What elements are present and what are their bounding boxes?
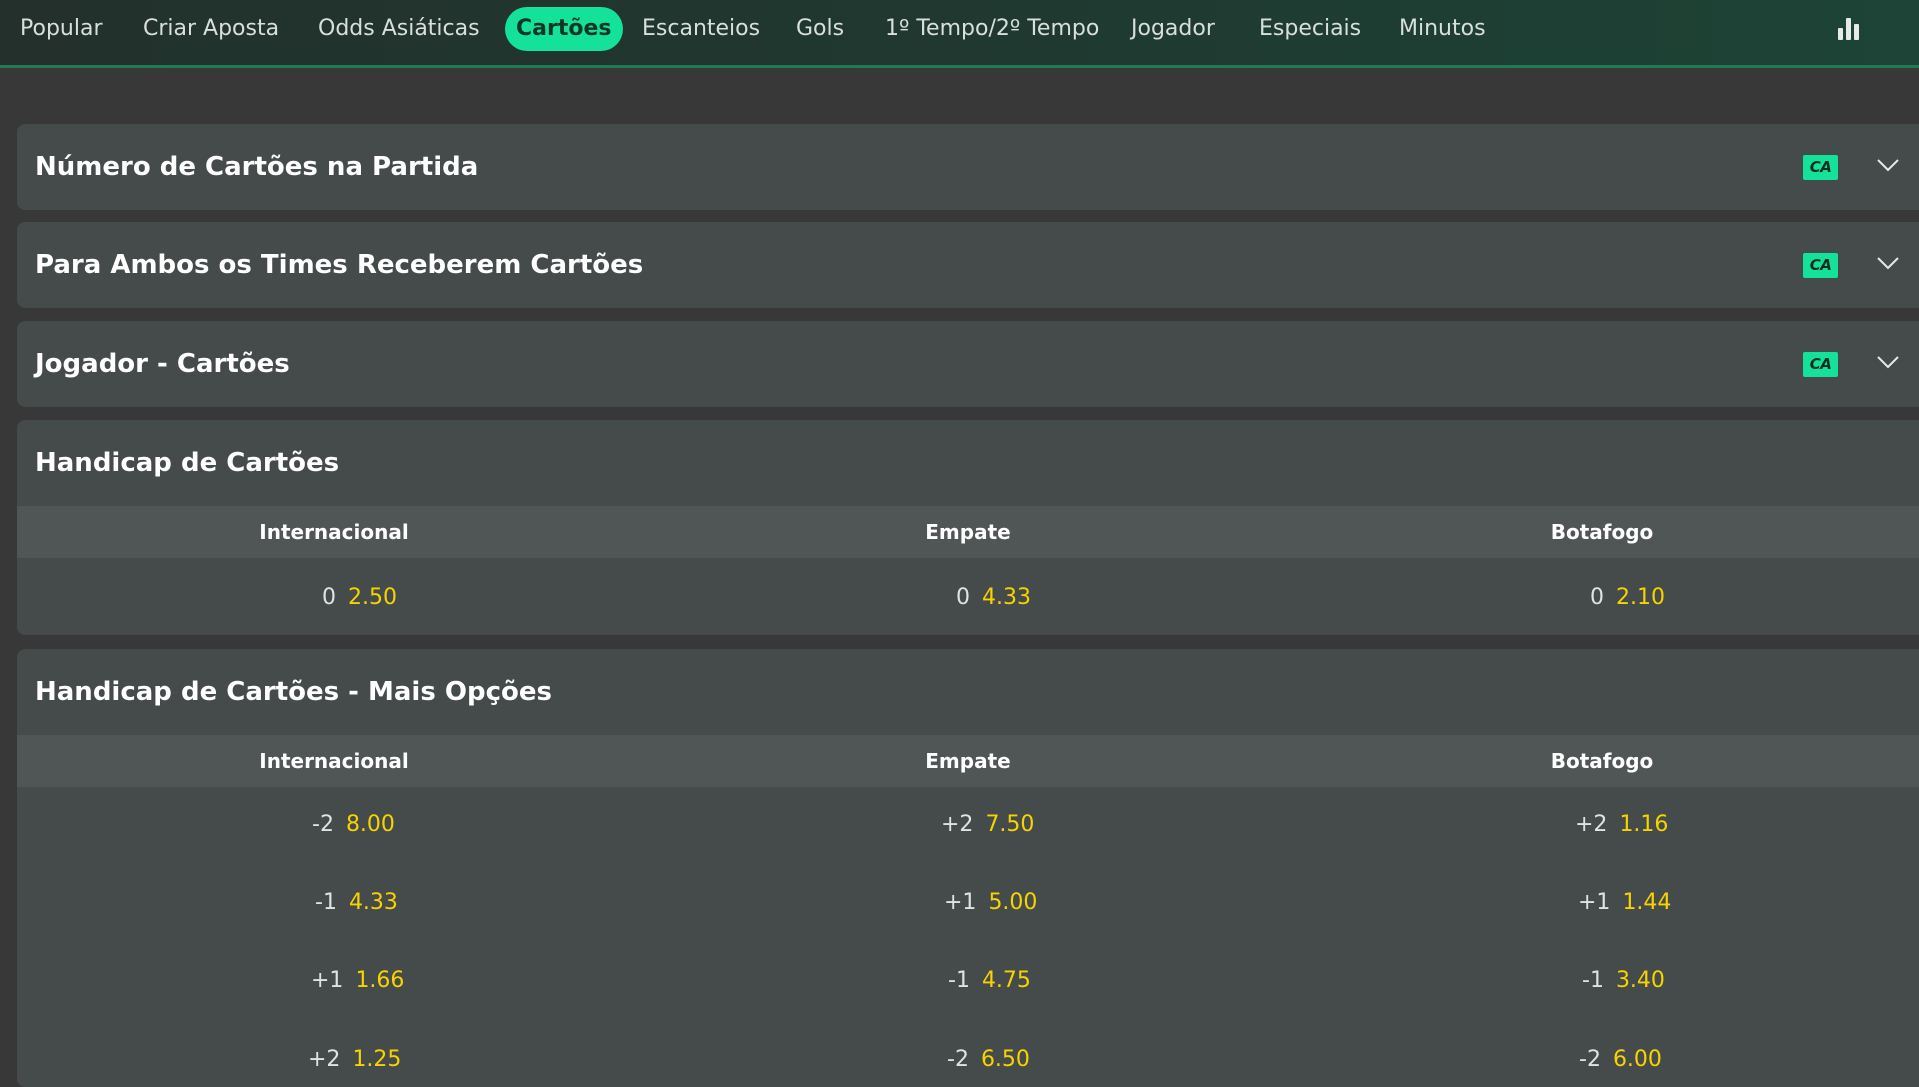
odds-price: 6.50 xyxy=(980,1047,1030,1072)
chevron-down-icon[interactable] xyxy=(1875,152,1901,178)
handicap-line: +1 xyxy=(944,890,977,915)
odds-price: 4.33 xyxy=(982,585,1031,610)
handicap-line: -2 xyxy=(312,812,334,837)
odds-button[interactable]: +1 1.66 xyxy=(311,961,404,1001)
odds-button[interactable]: 0 4.33 xyxy=(956,578,1031,618)
column-header-empate: Empate xyxy=(925,520,1011,544)
tab-popular[interactable]: Popular xyxy=(20,7,103,51)
tab-criar-aposta[interactable]: Criar Aposta xyxy=(143,7,279,51)
odds-price: 4.33 xyxy=(348,890,398,915)
odds-price: 5.00 xyxy=(988,890,1038,915)
market-title: Para Ambos os Times Receberem Cartões xyxy=(35,250,644,280)
tab-cartoes[interactable]: Cartões xyxy=(505,7,623,51)
odds-price: 1.25 xyxy=(352,1047,402,1072)
ca-badge: CA xyxy=(1803,352,1838,377)
odds-button[interactable]: +2 7.50 xyxy=(941,805,1034,845)
handicap-line: -1 xyxy=(315,890,337,915)
tab-gols[interactable]: Gols xyxy=(796,7,844,51)
handicap-line: 0 xyxy=(956,585,970,610)
odds-price: 3.40 xyxy=(1615,968,1665,993)
tab-minutos[interactable]: Minutos xyxy=(1399,7,1486,51)
handicap-line: +2 xyxy=(308,1047,341,1072)
market-jogador-cartoes[interactable]: Jogador - Cartões CA xyxy=(17,321,1919,407)
handicap-line: +2 xyxy=(1575,812,1608,837)
ca-badge: CA xyxy=(1803,253,1838,278)
odds-price: 6.00 xyxy=(1612,1047,1662,1072)
odds-button[interactable]: 0 2.50 xyxy=(322,578,397,618)
odds-button[interactable]: -1 4.75 xyxy=(948,961,1031,1001)
market-numero-cartoes[interactable]: Número de Cartões na Partida CA xyxy=(17,124,1919,210)
odds-button[interactable]: -1 3.40 xyxy=(1582,961,1665,1001)
odds-price: 4.75 xyxy=(981,968,1031,993)
handicap-line: -1 xyxy=(1582,968,1604,993)
odds-price: 1.44 xyxy=(1622,890,1672,915)
tab-jogador[interactable]: Jogador xyxy=(1131,7,1215,51)
column-header-botafogo: Botafogo xyxy=(1550,749,1654,773)
odds-button[interactable]: +1 1.44 xyxy=(1578,883,1671,923)
tab-escanteios[interactable]: Escanteios xyxy=(642,7,760,51)
odds-button[interactable]: -2 8.00 xyxy=(312,805,395,845)
odds-button[interactable]: 0 2.10 xyxy=(1590,578,1665,618)
column-header-internacional: Internacional xyxy=(259,520,409,544)
market-handicap-cartoes-mais-opcoes: Handicap de Cartões - Mais Opções Intern… xyxy=(17,649,1919,1087)
market-title: Número de Cartões na Partida xyxy=(35,152,479,182)
tab-especiais[interactable]: Especiais xyxy=(1259,7,1361,51)
odds-button[interactable]: -2 6.00 xyxy=(1579,1040,1662,1080)
handicap-line: -1 xyxy=(948,968,970,993)
odds-price: 2.50 xyxy=(348,585,397,610)
odds-button[interactable]: +2 1.16 xyxy=(1575,805,1668,845)
column-headers: Internacional Empate Botafogo xyxy=(17,506,1919,558)
market-tabs-bar: Popular Criar Aposta Odds Asiáticas Cart… xyxy=(0,0,1919,68)
handicap-line: 0 xyxy=(1590,585,1604,610)
market-title: Handicap de Cartões xyxy=(35,448,340,478)
handicap-line: +1 xyxy=(311,968,344,993)
market-ambos-times-cartoes[interactable]: Para Ambos os Times Receberem Cartões CA xyxy=(17,222,1919,308)
handicap-line: +1 xyxy=(1578,890,1611,915)
chevron-down-icon[interactable] xyxy=(1875,349,1901,375)
column-headers: Internacional Empate Botafogo xyxy=(17,735,1919,787)
odds-price: 8.00 xyxy=(345,812,395,837)
handicap-line: +2 xyxy=(941,812,974,837)
column-header-internacional: Internacional xyxy=(259,749,409,773)
handicap-line: -2 xyxy=(947,1047,969,1072)
odds-button[interactable]: -2 6.50 xyxy=(947,1040,1030,1080)
market-title: Jogador - Cartões xyxy=(35,349,290,379)
tab-tempo[interactable]: 1º Tempo/2º Tempo xyxy=(885,7,1099,51)
odds-price: 1.16 xyxy=(1619,812,1669,837)
tab-odds-asiaticas[interactable]: Odds Asiáticas xyxy=(318,7,480,51)
odds-button[interactable]: +1 5.00 xyxy=(944,883,1037,923)
odds-price: 7.50 xyxy=(985,812,1035,837)
column-header-empate: Empate xyxy=(925,749,1011,773)
bar-chart-icon[interactable] xyxy=(1836,16,1864,40)
chevron-down-icon[interactable] xyxy=(1875,250,1901,276)
odds-button[interactable]: +2 1.25 xyxy=(308,1040,401,1080)
handicap-line: -2 xyxy=(1579,1047,1601,1072)
odds-price: 1.66 xyxy=(355,968,405,993)
market-title: Handicap de Cartões - Mais Opções xyxy=(35,677,552,707)
market-handicap-cartoes: Handicap de Cartões Internacional Empate… xyxy=(17,420,1919,635)
column-header-botafogo: Botafogo xyxy=(1550,520,1654,544)
handicap-line: 0 xyxy=(322,585,336,610)
odds-button[interactable]: -1 4.33 xyxy=(315,883,398,923)
odds-price: 2.10 xyxy=(1616,585,1665,610)
ca-badge: CA xyxy=(1803,155,1838,180)
